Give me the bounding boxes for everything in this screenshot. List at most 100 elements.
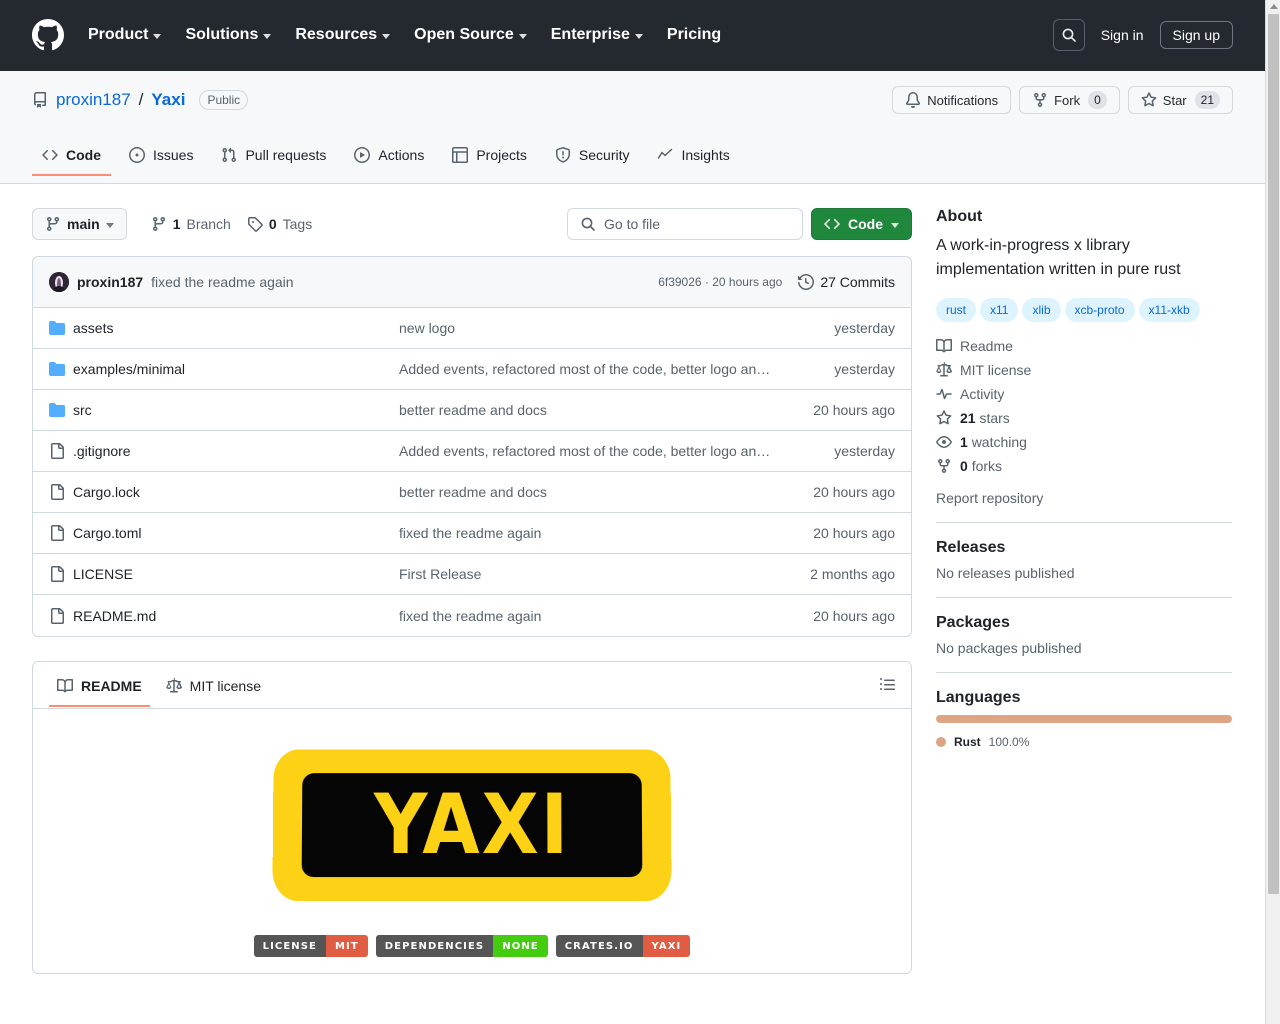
- file-name[interactable]: .gitignore: [73, 443, 131, 459]
- scrollbar-thumb[interactable]: [1268, 14, 1279, 894]
- github-mark-icon[interactable]: [32, 19, 64, 51]
- table-row[interactable]: LICENSE First Release 2 months ago: [33, 554, 911, 595]
- file-name[interactable]: src: [73, 402, 92, 418]
- repo-owner-link[interactable]: proxin187: [56, 90, 131, 110]
- topic-tag[interactable]: xcb-proto: [1064, 298, 1135, 322]
- sidebar-item-readme[interactable]: Readme: [936, 338, 1232, 354]
- chevron-down-icon: [891, 222, 899, 228]
- nav-item-product[interactable]: Product: [88, 26, 162, 44]
- file-name[interactable]: examples/minimal: [73, 361, 185, 377]
- topic-tag[interactable]: x11-xkb: [1138, 298, 1200, 322]
- file-name[interactable]: Cargo.lock: [73, 484, 140, 500]
- tab-insights[interactable]: Insights: [647, 140, 739, 176]
- global-nav: Product Solutions Resources Open Source …: [88, 26, 721, 44]
- commit-author[interactable]: proxin187: [77, 274, 143, 290]
- tab-projects[interactable]: Projects: [442, 140, 537, 176]
- forks-count: 0: [960, 458, 968, 474]
- code-download-button[interactable]: Code: [811, 208, 912, 240]
- commit-sha-time[interactable]: 6f39026 · 20 hours ago: [658, 275, 782, 289]
- nav-item-open-source[interactable]: Open Source: [414, 26, 527, 44]
- file-commit-message[interactable]: better readme and docs: [399, 402, 813, 418]
- badge-dependencies[interactable]: DEPENDENCIES NONE: [375, 935, 548, 957]
- table-row[interactable]: src better readme and docs 20 hours ago: [33, 390, 911, 431]
- file-name-cell: LICENSE: [49, 566, 399, 582]
- file-commit-message[interactable]: new logo: [399, 320, 834, 336]
- file-commit-message[interactable]: fixed the readme again: [399, 525, 813, 541]
- report-repository-link[interactable]: Report repository: [936, 490, 1232, 506]
- play-icon: [354, 147, 371, 163]
- notifications-button[interactable]: Notifications: [892, 86, 1012, 114]
- sidebar-item-watching[interactable]: 1 watching: [936, 434, 1232, 450]
- avatar[interactable]: [49, 272, 69, 292]
- tab-readme[interactable]: README: [49, 672, 150, 707]
- sidebar-item-stars[interactable]: 21 stars: [936, 410, 1232, 426]
- git-branch-icon: [45, 216, 61, 232]
- table-row[interactable]: .gitignore Added events, refactored most…: [33, 431, 911, 472]
- language-row-rust[interactable]: Rust 100.0%: [936, 735, 1232, 749]
- sidebar-item-forks[interactable]: 0 forks: [936, 458, 1232, 474]
- badge-license[interactable]: LICENSE MIT: [253, 935, 368, 957]
- sign-in-link[interactable]: Sign in: [1101, 27, 1144, 43]
- table-row[interactable]: examples/minimal Added events, refactore…: [33, 349, 911, 390]
- star-icon: [936, 410, 952, 426]
- go-to-file-input[interactable]: Go to file: [567, 208, 803, 240]
- branch-word: Branch: [186, 216, 231, 232]
- sign-up-button[interactable]: Sign up: [1159, 21, 1233, 49]
- search-button[interactable]: [1052, 19, 1085, 51]
- list-unordered-icon[interactable]: [879, 676, 895, 703]
- file-name-cell: .gitignore: [49, 443, 399, 459]
- file-name[interactable]: README.md: [73, 608, 156, 624]
- repo-name-link[interactable]: Yaxi: [151, 90, 185, 110]
- table-row[interactable]: Cargo.lock better readme and docs 20 hou…: [33, 472, 911, 513]
- search-icon: [1061, 27, 1077, 43]
- tab-issues[interactable]: Issues: [119, 140, 203, 176]
- nav-item-enterprise[interactable]: Enterprise: [551, 26, 643, 44]
- topic-tag[interactable]: xlib: [1022, 298, 1061, 322]
- branch-count: 1: [172, 216, 181, 232]
- commit-message[interactable]: fixed the readme again: [151, 274, 293, 290]
- table-row[interactable]: assets new logo yesterday: [33, 308, 911, 349]
- file-commit-message[interactable]: better readme and docs: [399, 484, 813, 500]
- file-name-cell: Cargo.lock: [49, 484, 399, 500]
- branch-selector-button[interactable]: main: [32, 208, 127, 240]
- nav-item-pricing[interactable]: Pricing: [667, 26, 721, 44]
- nav-item-resources[interactable]: Resources: [295, 26, 391, 44]
- table-row[interactable]: README.md fixed the readme again 20 hour…: [33, 595, 911, 636]
- branches-link[interactable]: 1 Branch: [151, 216, 231, 232]
- file-commit-message[interactable]: Added events, refactored most of the cod…: [399, 443, 834, 459]
- file-commit-message[interactable]: Added events, refactored most of the cod…: [399, 361, 834, 377]
- language-bar-segment-rust[interactable]: [936, 715, 1232, 723]
- file-name[interactable]: assets: [73, 320, 113, 336]
- topic-tag[interactable]: rust: [936, 298, 977, 322]
- shield-icon: [555, 147, 571, 163]
- file-commit-age: 20 hours ago: [813, 402, 895, 418]
- watching-count: 1: [960, 434, 968, 450]
- tab-label: Pull requests: [245, 147, 327, 163]
- language-name: Rust: [954, 735, 981, 749]
- tab-mit-license[interactable]: MIT license: [158, 672, 269, 707]
- file-name[interactable]: Cargo.toml: [73, 525, 141, 541]
- sidebar-item-license[interactable]: MIT license: [936, 362, 1232, 378]
- releases-heading: Releases: [936, 539, 1006, 556]
- nav-item-solutions[interactable]: Solutions: [185, 26, 272, 44]
- tab-actions[interactable]: Actions: [344, 140, 434, 176]
- file-name-cell: assets: [49, 320, 399, 336]
- table-row[interactable]: Cargo.toml fixed the readme again 20 hou…: [33, 513, 911, 554]
- file-commit-message[interactable]: fixed the readme again: [399, 608, 813, 624]
- page-scrollbar[interactable]: [1265, 0, 1280, 1024]
- badge-crates-io[interactable]: CRATES.IO YAXI: [555, 935, 691, 957]
- file-commit-message[interactable]: First Release: [399, 566, 810, 582]
- tab-code[interactable]: Code: [32, 140, 111, 176]
- folder-icon: [49, 402, 65, 418]
- sidebar-item-activity[interactable]: Activity: [936, 386, 1232, 402]
- file-icon: [49, 566, 65, 582]
- fork-button[interactable]: Fork 0: [1019, 86, 1120, 114]
- scroll-up-arrow-icon[interactable]: [1270, 4, 1278, 9]
- topic-tag[interactable]: x11: [980, 298, 1019, 322]
- tab-security[interactable]: Security: [545, 140, 640, 176]
- commits-link[interactable]: 27 Commits: [798, 274, 895, 290]
- tags-link[interactable]: 0 Tags: [247, 216, 312, 232]
- star-button[interactable]: Star 21: [1127, 86, 1233, 114]
- tab-pull-requests[interactable]: Pull requests: [211, 140, 336, 176]
- file-name[interactable]: LICENSE: [73, 566, 133, 582]
